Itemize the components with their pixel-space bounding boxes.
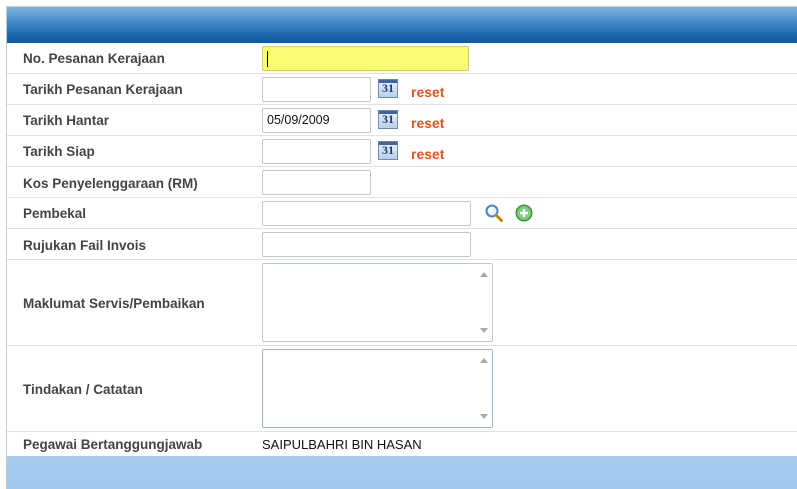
- pembekal-label: Pembekal: [23, 206, 87, 221]
- tarikh-siap-label: Tarikh Siap: [23, 144, 95, 159]
- pembekal-input[interactable]: [262, 201, 471, 226]
- calendar-icon[interactable]: 31: [378, 141, 398, 160]
- row-tindakan: Tindakan / Catatan: [7, 346, 797, 432]
- pegawai-label: Pegawai Bertanggungjawab: [23, 437, 203, 452]
- form-footer-bar: [7, 456, 797, 489]
- tarikh-siap-reset-link[interactable]: reset: [411, 146, 444, 162]
- row-rujukan: Rujukan Fail Invois: [7, 229, 797, 260]
- calendar-icon[interactable]: 31: [378, 79, 398, 98]
- row-kos: Kos Penyelenggaraan (RM): [7, 167, 797, 198]
- no-pesanan-input[interactable]: [262, 46, 469, 71]
- tindakan-scrollbar[interactable]: [475, 350, 492, 427]
- tarikh-hantar-label: Tarikh Hantar: [23, 113, 110, 128]
- calendar-icon[interactable]: 31: [378, 110, 398, 129]
- tindakan-label: Tindakan / Catatan: [23, 382, 143, 397]
- pegawai-value: SAIPULBAHRI BIN HASAN: [262, 437, 422, 452]
- tarikh-pesanan-reset-link[interactable]: reset: [411, 84, 444, 100]
- rujukan-label: Rujukan Fail Invois: [23, 238, 147, 253]
- tarikh-pesanan-label: Tarikh Pesanan Kerajaan: [23, 82, 183, 97]
- scroll-up-icon[interactable]: [480, 272, 488, 277]
- maklumat-textarea[interactable]: [262, 263, 493, 342]
- tindakan-textarea[interactable]: [262, 349, 493, 428]
- scroll-down-icon[interactable]: [480, 328, 488, 333]
- tarikh-hantar-reset-link[interactable]: reset: [411, 115, 444, 131]
- row-pembekal: Pembekal: [7, 198, 797, 229]
- row-tarikh-hantar: Tarikh Hantar 05/09/2009 31 reset: [7, 105, 797, 136]
- row-maklumat: Maklumat Servis/Pembaikan: [7, 260, 797, 346]
- kos-label: Kos Penyelenggaraan (RM): [23, 176, 198, 191]
- kos-input[interactable]: [262, 170, 371, 195]
- row-pegawai: Pegawai Bertanggungjawab SAIPULBAHRI BIN…: [7, 432, 797, 456]
- row-tarikh-siap: Tarikh Siap 31 reset: [7, 136, 797, 167]
- form-header-bar: [7, 7, 797, 43]
- maklumat-scrollbar[interactable]: [475, 264, 492, 341]
- tarikh-siap-input[interactable]: [262, 139, 371, 164]
- add-icon[interactable]: [514, 203, 534, 223]
- row-no-pesanan: No. Pesanan Kerajaan: [7, 43, 797, 74]
- tarikh-pesanan-input[interactable]: [262, 77, 371, 102]
- maklumat-label: Maklumat Servis/Pembaikan: [23, 296, 205, 311]
- row-tarikh-pesanan: Tarikh Pesanan Kerajaan 31 reset: [7, 74, 797, 105]
- tarikh-hantar-input[interactable]: 05/09/2009: [262, 108, 371, 133]
- scroll-up-icon[interactable]: [480, 358, 488, 363]
- form-window: No. Pesanan Kerajaan Tarikh Pesanan Kera…: [6, 6, 797, 489]
- text-cursor: [267, 51, 268, 67]
- search-icon[interactable]: [484, 203, 504, 223]
- scroll-down-icon[interactable]: [480, 414, 488, 419]
- no-pesanan-label: No. Pesanan Kerajaan: [23, 51, 165, 66]
- rujukan-input[interactable]: [262, 232, 471, 257]
